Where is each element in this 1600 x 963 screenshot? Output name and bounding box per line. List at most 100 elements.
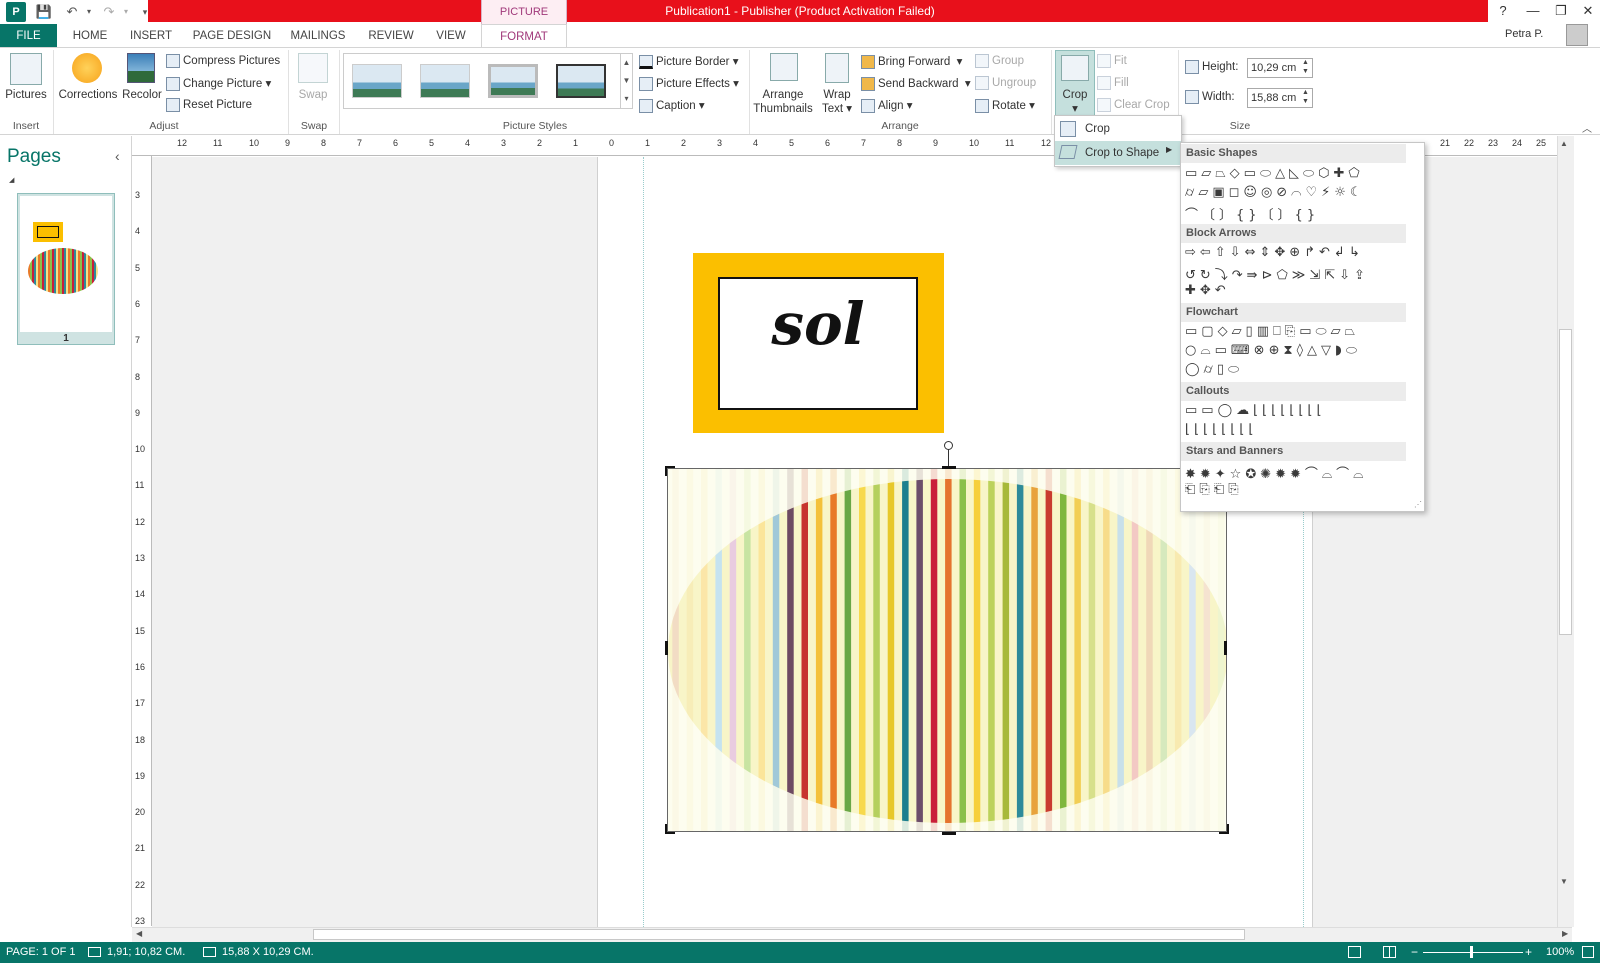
collapse-pane-icon[interactable]: ‹ — [115, 148, 120, 164]
publisher-app-icon[interactable]: P — [6, 2, 26, 22]
tab-format[interactable]: FORMAT — [481, 24, 567, 48]
scroll-down-icon[interactable]: ▼ — [1560, 877, 1568, 886]
tab-page-design[interactable]: PAGE DESIGN — [190, 24, 274, 48]
ruler-tick-label: 13 — [135, 553, 146, 563]
fit-page-icon[interactable] — [1582, 946, 1594, 958]
zoom-slider[interactable] — [1423, 952, 1523, 953]
ruler-tick-label: 4 — [135, 226, 141, 237]
horizontal-scroll-thumb[interactable] — [313, 929, 1245, 940]
height-spinner[interactable]: ▲ ▼ — [1302, 58, 1312, 76]
save-icon[interactable]: 💾 — [35, 3, 53, 21]
ruler-tick-label: 22 — [1464, 138, 1475, 148]
zoom-in-icon[interactable]: + — [1525, 942, 1532, 963]
picture-effects-button[interactable]: Picture Effects ▾ — [639, 76, 739, 91]
block-arrows-row-2[interactable]: ↺↻⤵↷⇛⊳⬠≫⇲⇱⇩⇪ — [1185, 264, 1369, 283]
callouts-row-1[interactable]: ▭▭◯☁⌊⌊⌊⌊⌊⌊⌊⌊ — [1185, 403, 1326, 418]
gallery-scroll[interactable]: ▲ ▼ ▾ — [620, 53, 633, 109]
recolor-button[interactable]: Recolor — [120, 88, 164, 102]
striped-picture[interactable] — [667, 468, 1227, 832]
send-backward-button[interactable]: Send Backward ▾ — [861, 76, 971, 91]
group-button[interactable]: Group — [975, 54, 1024, 68]
margin-guide — [643, 157, 644, 927]
stripe — [988, 479, 995, 823]
corrections-button[interactable]: Corrections — [58, 88, 118, 102]
tab-review[interactable]: REVIEW — [364, 24, 418, 48]
swap-button[interactable]: Swap — [291, 88, 335, 102]
crop-handle-bottom-right[interactable] — [1219, 824, 1229, 834]
single-page-view-icon[interactable] — [1348, 946, 1361, 958]
resize-grip-icon[interactable]: ⋰ — [1414, 500, 1422, 509]
crop-handle-bottom[interactable] — [942, 832, 956, 835]
tab-home[interactable]: HOME — [66, 24, 114, 48]
flowchart-row-3[interactable]: ◯⌭▯⬭ — [1185, 362, 1243, 377]
restore-button[interactable]: ❐ — [1547, 0, 1575, 22]
block-arrows-row-3[interactable]: ✚✥↶ — [1185, 283, 1230, 298]
crop-dropdown-icon[interactable]: ▾ — [1055, 102, 1095, 116]
align-button[interactable]: Align ▾ — [861, 98, 913, 113]
ungroup-button[interactable]: Ungroup — [975, 76, 1036, 90]
scroll-left-icon[interactable]: ◀ — [136, 929, 142, 938]
status-page[interactable]: PAGE: 1 OF 1 — [6, 942, 76, 963]
crop-handle-top[interactable] — [942, 466, 956, 469]
scroll-up-icon[interactable]: ▲ — [1560, 139, 1568, 148]
undo-dropdown-icon[interactable]: ▾ — [80, 3, 98, 21]
collapse-ribbon-icon[interactable]: ︿ — [1582, 120, 1592, 135]
undo-icon[interactable]: ↶ — [63, 3, 81, 21]
rotate-button[interactable]: Rotate ▾ — [975, 98, 1035, 113]
reset-picture-button[interactable]: Reset Picture — [166, 98, 252, 112]
caption-button[interactable]: Caption ▾ — [639, 98, 705, 113]
tab-mailings[interactable]: MAILINGS — [286, 24, 350, 48]
minimize-button[interactable]: — — [1519, 0, 1547, 22]
zoom-level[interactable]: 100% — [1546, 942, 1574, 963]
tab-view[interactable]: VIEW — [430, 24, 472, 48]
rotate-handle[interactable] — [944, 441, 953, 450]
basic-shapes-row-1[interactable]: ▭▱⏢◇▭⬭△◺⬭⬡✚⬠ — [1185, 166, 1364, 181]
picture-style-4[interactable] — [556, 64, 606, 98]
picture-style-1[interactable] — [352, 64, 402, 98]
redo-dropdown-icon[interactable]: ▾ — [117, 3, 135, 21]
block-arrows-row-1[interactable]: ⇨⇦⇧⇩⇔⇕✥⊕↱↶↲↳ — [1185, 245, 1364, 260]
width-spinner[interactable]: ▲ ▼ — [1302, 88, 1312, 106]
scroll-right-icon[interactable]: ▶ — [1562, 929, 1568, 938]
picture-style-3[interactable] — [488, 64, 538, 98]
vertical-scroll-thumb[interactable] — [1559, 329, 1572, 635]
two-page-view-icon[interactable] — [1383, 946, 1396, 958]
wrap-text-button[interactable]: Wrap Text ▾ — [818, 88, 856, 116]
zoom-out-icon[interactable]: − — [1411, 942, 1418, 963]
picture-effects-icon — [639, 76, 653, 91]
crop-handle-top-left[interactable] — [665, 466, 675, 476]
avatar[interactable] — [1566, 24, 1588, 46]
basic-shapes-row-2[interactable]: ⌭▱▣◻☺◎⊘⌒♡⚡☼☾ — [1185, 185, 1366, 200]
fill-button[interactable]: Fill — [1097, 76, 1129, 90]
stripe — [959, 479, 966, 823]
bring-forward-button[interactable]: Bring Forward ▾ — [861, 54, 962, 69]
picture-border-button[interactable]: Picture Border ▾ — [639, 54, 738, 69]
fit-button[interactable]: Fit — [1097, 54, 1127, 68]
arrange-thumbnails-button[interactable]: Arrange Thumbnails — [750, 88, 816, 116]
callouts-row-2[interactable]: ⌊⌊⌊⌊⌊⌊⌊⌊ — [1185, 422, 1258, 437]
flowchart-row-2[interactable]: ○⌓▭⌨⊗⊕⧗◊△▽◗⬭ — [1185, 343, 1361, 358]
expand-triangle-icon[interactable]: ◢ — [9, 176, 14, 184]
crop-handle-right[interactable] — [1224, 641, 1227, 655]
crop-handle-bottom-left[interactable] — [665, 824, 675, 834]
stars-banners-row-2[interactable]: ⎗⎘⎗⎘ — [1185, 482, 1243, 497]
redo-icon[interactable]: ↷ — [100, 3, 118, 21]
picture-style-2[interactable] — [420, 64, 470, 98]
pictures-button[interactable]: Pictures — [3, 88, 49, 102]
compress-pictures-button[interactable]: Compress Pictures — [166, 54, 280, 68]
zoom-slider-thumb[interactable] — [1470, 946, 1473, 958]
basic-shapes-row-3[interactable]: ⌒〔〕{}〔〕{} — [1185, 204, 1319, 223]
tab-insert[interactable]: INSERT — [125, 24, 177, 48]
user-name[interactable]: Petra P. — [1505, 28, 1543, 40]
crop-handle-left[interactable] — [665, 641, 668, 655]
help-icon[interactable]: ? — [1489, 0, 1517, 22]
group-divider — [1051, 50, 1052, 134]
flowchart-row-1[interactable]: ▭▢◇▱▯▥⎕⎘▭⬭▱⏢ — [1185, 324, 1359, 339]
change-picture-button[interactable]: Change Picture ▾ — [166, 76, 271, 91]
close-button[interactable]: ✕ — [1574, 0, 1600, 22]
customize-qat-icon[interactable]: ▾ — [136, 3, 154, 21]
clear-crop-button[interactable]: Clear Crop — [1097, 98, 1170, 112]
stripe — [859, 479, 866, 823]
tab-file[interactable]: FILE — [0, 24, 57, 48]
stars-banners-row-1[interactable]: ✸✹✦☆✪✺✹✹⌒⌓⌒⌓ — [1185, 463, 1367, 482]
